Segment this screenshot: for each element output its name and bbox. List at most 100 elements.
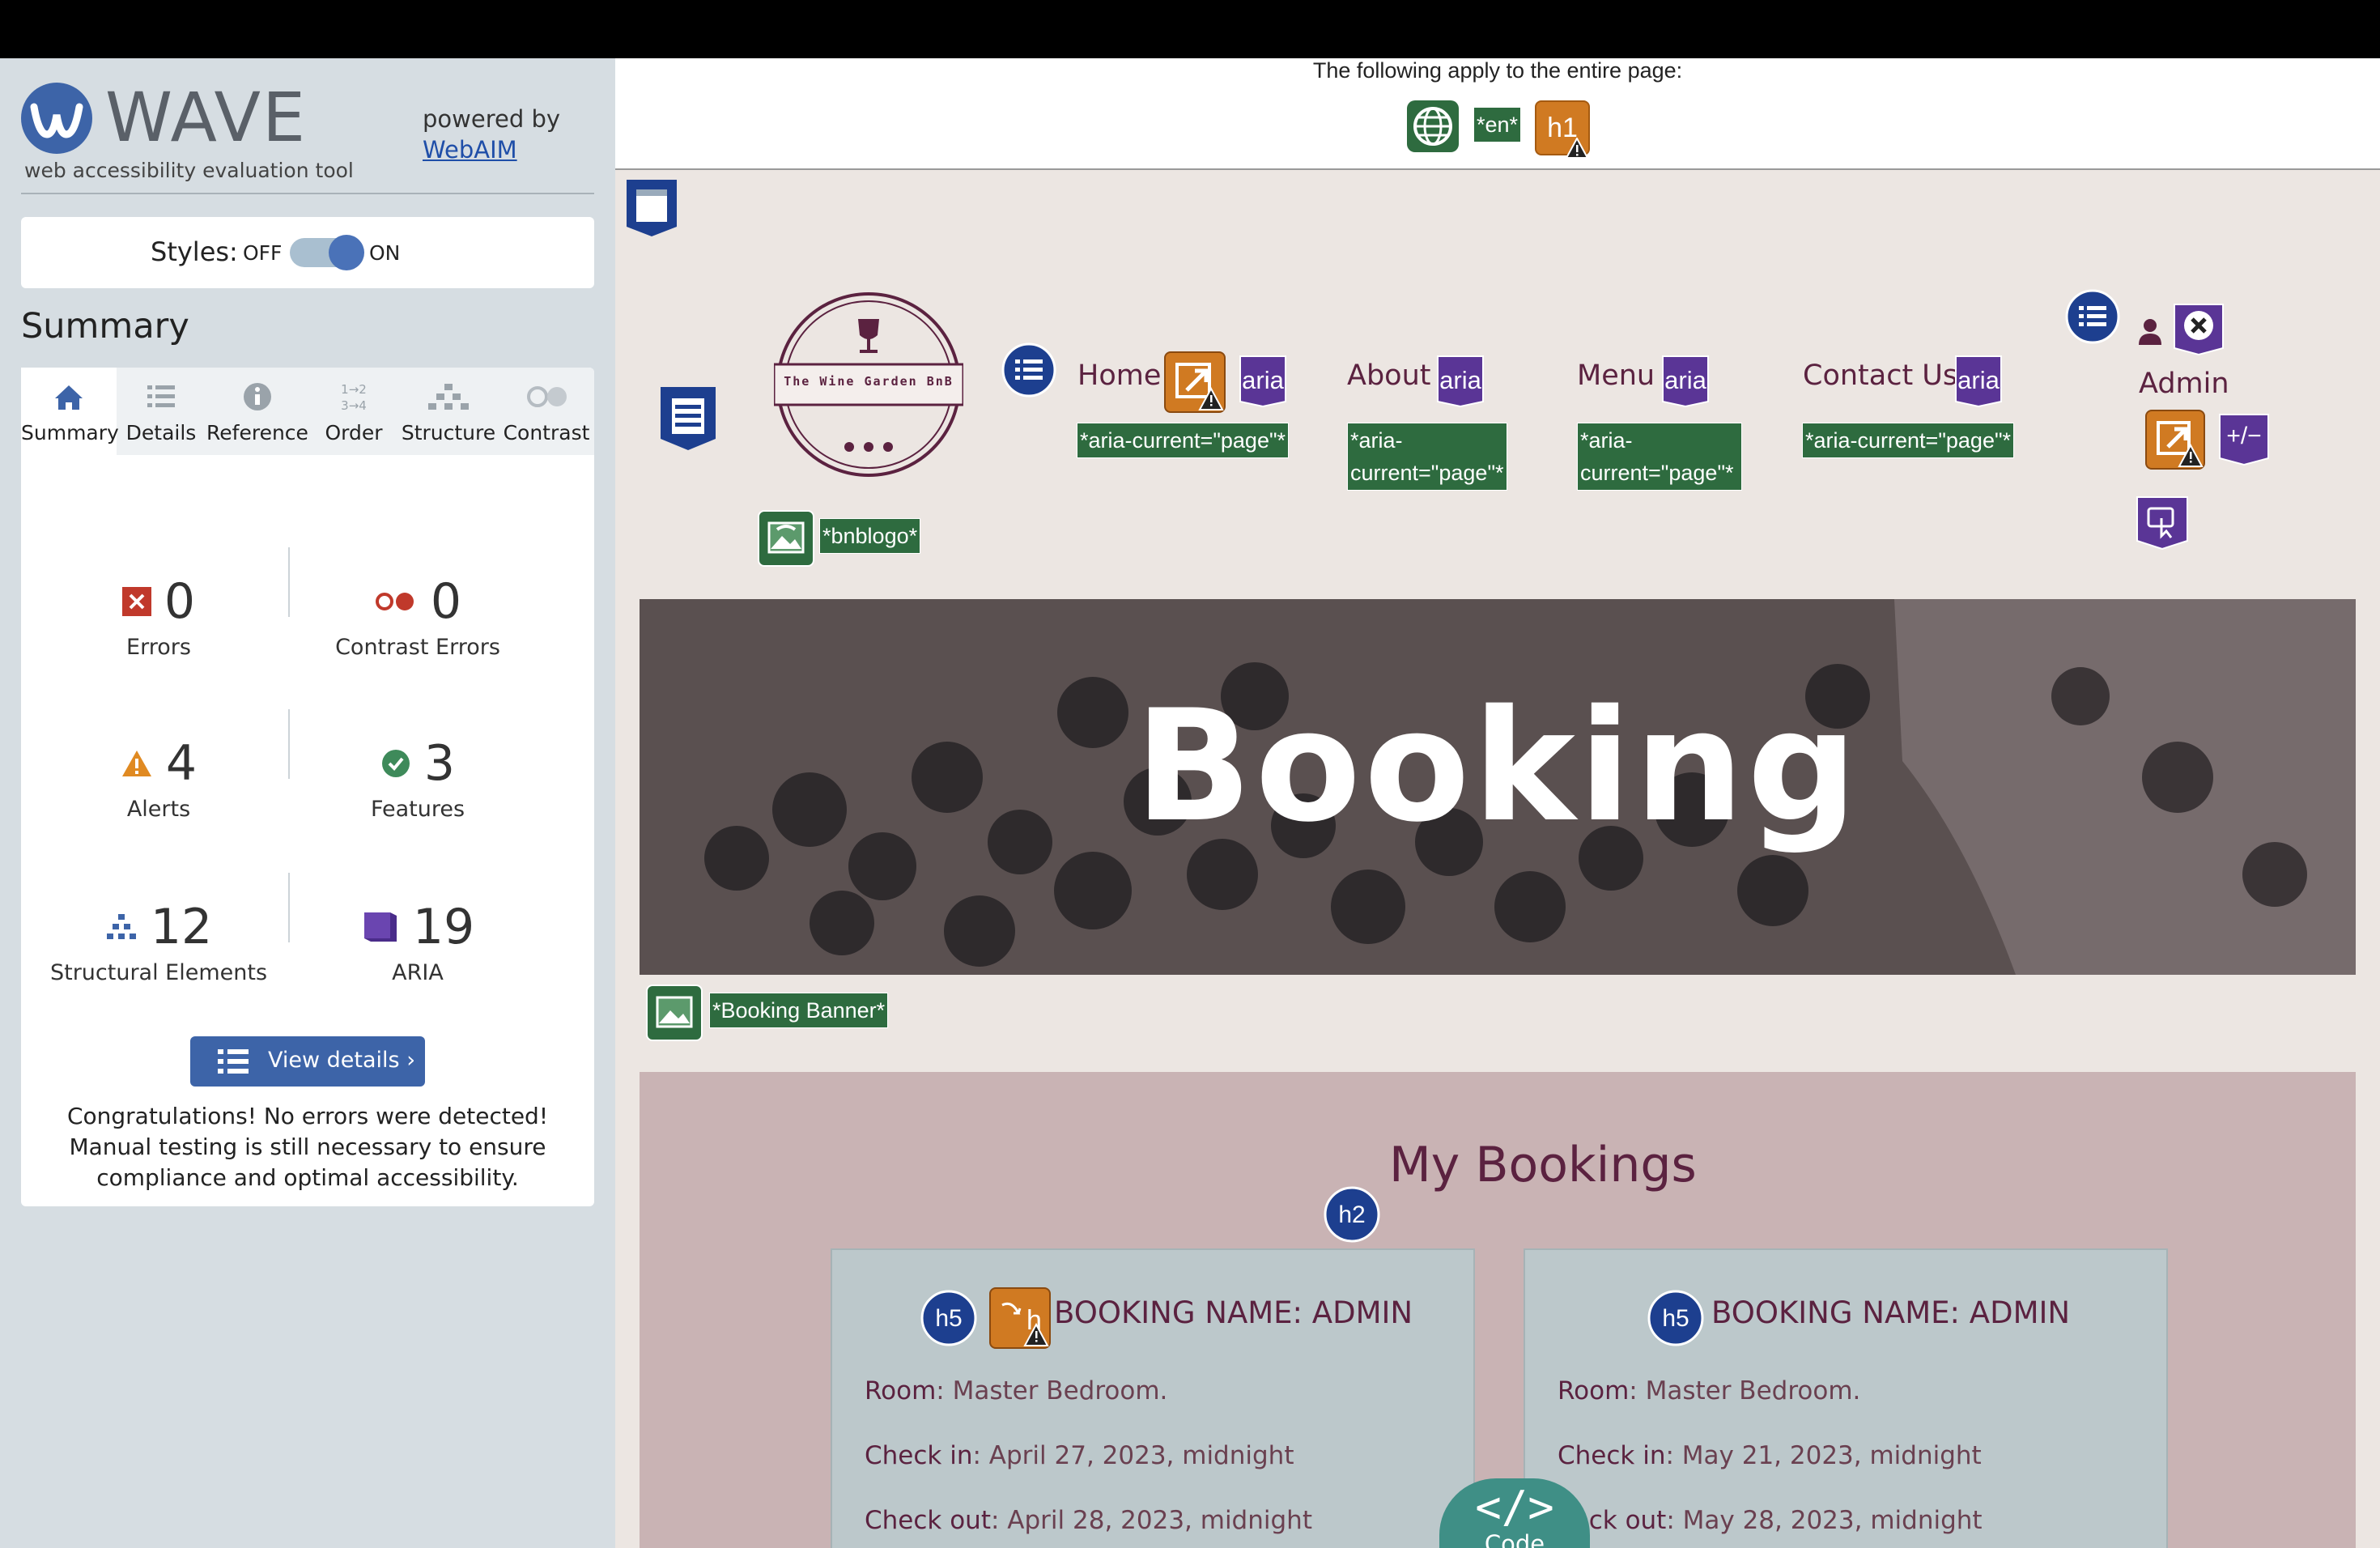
- checkin-value: : May 21, 2023, midnight: [1665, 1441, 1982, 1470]
- nav-home[interactable]: Home: [1077, 359, 1161, 392]
- h1-alert-icon[interactable]: h1: [1535, 100, 1590, 159]
- wave-logo-subtitle: web accessibility evaluation tool: [24, 159, 354, 182]
- structural-count: 12: [150, 899, 213, 955]
- aria-icon[interactable]: aria: [1954, 355, 2003, 408]
- bnb-logo[interactable]: The Wine Garden BnB: [772, 290, 965, 479]
- stat-structural[interactable]: 12 Structural Elements: [29, 899, 288, 985]
- aria-button-icon[interactable]: [2134, 494, 2191, 551]
- aria-label: ARIA: [392, 960, 444, 985]
- list-icon: [117, 379, 206, 415]
- page-region-icon[interactable]: [623, 176, 680, 238]
- aria-current-label[interactable]: *aria-current="page"*: [1802, 423, 2015, 458]
- aria-icon[interactable]: aria: [1661, 355, 1710, 408]
- nav-menu[interactable]: Menu: [1577, 359, 1655, 392]
- aria-text: aria: [1957, 366, 2000, 394]
- structural-label: Structural Elements: [49, 960, 268, 985]
- stat-aria[interactable]: 19 ARIA: [288, 899, 547, 985]
- list-structure-icon[interactable]: [1001, 342, 1057, 398]
- checkout-value: : May 28, 2023, midnight: [1666, 1506, 1983, 1535]
- tab-details[interactable]: Details: [117, 368, 206, 455]
- contrast-errors-label: Contrast Errors: [335, 635, 500, 660]
- contrast-error-icon: [375, 593, 414, 610]
- booking-room: Room: Master Bedroom.: [1558, 1376, 1860, 1406]
- tab-structure[interactable]: Structure: [398, 368, 499, 455]
- image-icon[interactable]: [646, 985, 703, 1041]
- sidebar-divider: [21, 193, 594, 194]
- list-structure-icon[interactable]: [2064, 288, 2121, 345]
- warning-icon: [1566, 138, 1588, 159]
- toggle-knob[interactable]: [329, 235, 364, 270]
- view-details-button[interactable]: View details ›: [190, 1036, 425, 1087]
- h5-heading-icon[interactable]: h5: [1647, 1289, 1705, 1347]
- aria-current-label[interactable]: *aria-current="page"*: [1077, 423, 1290, 458]
- alert-icon: [121, 751, 151, 776]
- booking-banner-alt[interactable]: *Booking Banner*: [709, 993, 889, 1028]
- aria-icon[interactable]: aria: [1436, 355, 1485, 408]
- aria-icon[interactable]: aria: [1239, 355, 1287, 408]
- room-value: : Master Bedroom.: [1629, 1376, 1861, 1406]
- banner-title: Booking: [1134, 677, 1861, 856]
- tab-label: Structure: [401, 421, 496, 444]
- stat-alerts[interactable]: 4 Alerts: [29, 735, 288, 822]
- stat-features[interactable]: 3 Features: [288, 735, 547, 822]
- tab-label: Details: [125, 421, 197, 444]
- nav-admin[interactable]: Admin: [2139, 368, 2229, 400]
- aria-hidden-icon[interactable]: [2171, 301, 2226, 356]
- globe-icon[interactable]: [1407, 100, 1459, 152]
- aria-text: aria: [1242, 366, 1284, 394]
- wave-logo-icon: [21, 83, 92, 154]
- view-details-label: View details ›: [268, 1048, 415, 1073]
- h5-heading-icon[interactable]: h5: [920, 1289, 978, 1347]
- tab-label: Summary: [21, 421, 119, 444]
- features-count: 3: [423, 735, 456, 792]
- booking-checkout: Check out: April 28, 2023, midnight: [865, 1506, 1312, 1535]
- info-icon: [206, 379, 309, 415]
- tab-reference[interactable]: Reference: [206, 368, 309, 455]
- tab-contrast[interactable]: Contrast: [499, 368, 594, 455]
- aria-current-label[interactable]: *aria- current="page"*: [1577, 423, 1742, 491]
- wave-tabs: Summary Details Reference 1→23→4 Order: [21, 368, 594, 455]
- room-label: Room: [865, 1376, 937, 1406]
- tab-label: Order: [325, 421, 383, 444]
- aria-text: aria: [1439, 366, 1481, 394]
- tab-summary[interactable]: Summary: [21, 368, 119, 455]
- webaim-link[interactable]: WebAIM: [423, 136, 517, 164]
- nav-contact-us[interactable]: Contact Us: [1803, 359, 1957, 392]
- styles-off-label: OFF: [243, 241, 283, 265]
- nav-about[interactable]: About: [1347, 359, 1430, 392]
- checkin-label: Check in: [1558, 1441, 1666, 1470]
- errors-count: 0: [164, 573, 196, 630]
- aria-current-label[interactable]: *aria- current="page"*: [1347, 423, 1507, 491]
- lang-badge[interactable]: *en*: [1473, 107, 1522, 142]
- aria-text: aria: [1664, 366, 1706, 394]
- stat-contrast-errors[interactable]: 0 Contrast Errors: [288, 573, 547, 660]
- contrast-errors-count: 0: [430, 573, 462, 630]
- tab-order[interactable]: 1→2 3→4 Order: [309, 368, 398, 455]
- user-icon[interactable]: [2136, 316, 2165, 348]
- styles-toggle[interactable]: [290, 235, 364, 270]
- aria-expanded-icon[interactable]: +/−: [2216, 411, 2272, 466]
- booking-checkin: Check in: April 27, 2023, midnight: [865, 1441, 1294, 1470]
- redundant-link-alert-icon[interactable]: [1164, 351, 1226, 413]
- linked-image-icon[interactable]: [758, 510, 814, 567]
- header-region-icon[interactable]: [657, 384, 719, 452]
- skipped-heading-alert-icon[interactable]: h: [989, 1287, 1051, 1349]
- tab-label: Reference: [206, 421, 308, 444]
- styles-on-label: ON: [369, 241, 401, 265]
- feature-check-icon: [381, 750, 410, 777]
- page-content: The following apply to the entire page: …: [615, 58, 2380, 1548]
- bnblogo-alt[interactable]: *bnblogo*: [819, 518, 921, 554]
- booking-card: h5 h BOOKING NAME: ADMIN Room: Master Be…: [831, 1248, 1475, 1548]
- code-panel-toggle[interactable]: </> Code: [1439, 1478, 1590, 1548]
- list-icon: [218, 1049, 249, 1074]
- booking-room: Room: Master Bedroom.: [865, 1376, 1167, 1406]
- redundant-link-alert-icon[interactable]: [2145, 410, 2205, 470]
- h5-badge-text: h5: [1662, 1305, 1689, 1332]
- h2-heading-icon[interactable]: h2: [1323, 1185, 1381, 1244]
- stat-errors[interactable]: 0 Errors: [29, 573, 288, 660]
- checkout-value: : April 28, 2023, midnight: [990, 1506, 1312, 1535]
- errors-label: Errors: [126, 635, 191, 660]
- tab-label: Contrast: [503, 421, 590, 444]
- congrats-message: Congratulations! No errors were detected…: [66, 1103, 549, 1191]
- bookings-section: h2 My Bookings h5 h BOOKING NAME: ADMIN …: [640, 1072, 2356, 1548]
